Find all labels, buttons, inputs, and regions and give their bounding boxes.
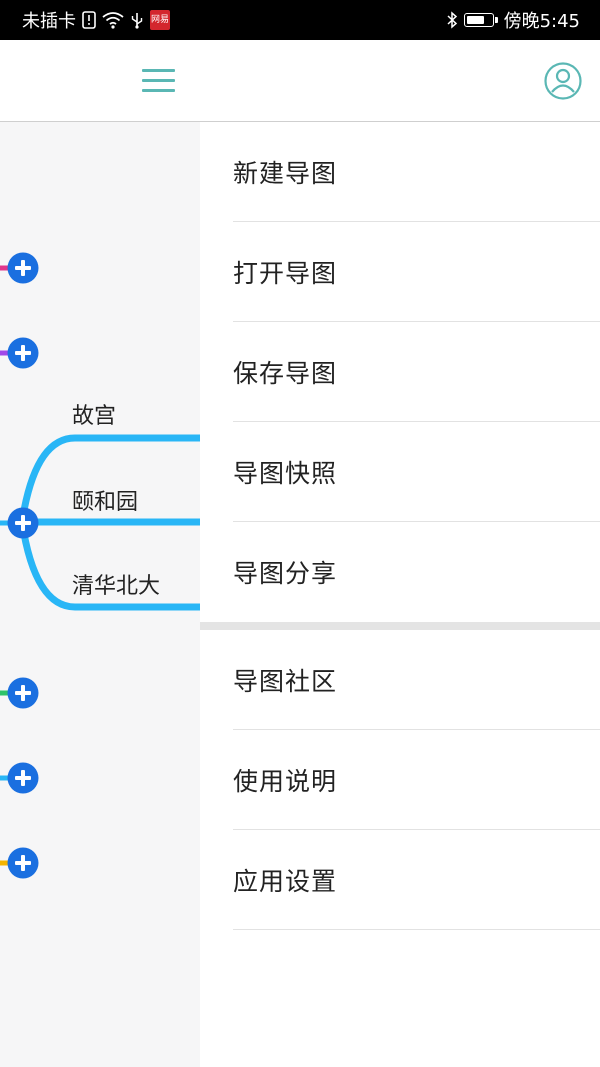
add-node-icon[interactable]: [7, 847, 39, 879]
mindmap-canvas[interactable]: 故宫 颐和园 清华北大: [0, 122, 210, 1067]
menu-item-save-mindmap[interactable]: 保存导图: [233, 322, 600, 422]
status-right: 傍晚5:45: [446, 7, 580, 33]
battery-level: [466, 16, 484, 24]
menu-item-app-settings[interactable]: 应用设置: [233, 830, 600, 930]
section-divider: [200, 622, 600, 630]
carrier-text: 未插卡: [22, 11, 76, 32]
hamburger-menu-icon[interactable]: [136, 62, 180, 98]
add-node-icon[interactable]: [7, 337, 39, 369]
menu-item-instructions[interactable]: 使用说明: [233, 730, 600, 830]
mindmap-node-label[interactable]: 故宫: [72, 398, 116, 430]
menu-bar-middle: [142, 79, 175, 82]
drawer-primary-section: 新建导图 打开导图 保存导图 导图快照 导图分享: [200, 122, 600, 622]
bluetooth-icon: [446, 11, 458, 29]
menu-item-new-mindmap[interactable]: 新建导图: [233, 122, 600, 222]
menu-item-community[interactable]: 导图社区: [233, 630, 600, 730]
sim-alert-icon: [82, 11, 96, 29]
app-header: [0, 40, 600, 122]
usb-icon: [130, 11, 144, 29]
mindmap-node-label[interactable]: 清华北大: [72, 568, 160, 600]
wifi-icon: [102, 11, 124, 29]
status-left: 未插卡 网易: [22, 7, 170, 33]
menu-bar-bottom: [142, 89, 175, 92]
add-node-icon[interactable]: [7, 252, 39, 284]
navigation-drawer: 新建导图 打开导图 保存导图 导图快照 导图分享 导图社区 使用说明 应用设置: [200, 122, 600, 1067]
menu-item-share-mindmap[interactable]: 导图分享: [233, 522, 600, 622]
mindmap-node-label[interactable]: 颐和园: [72, 484, 138, 516]
clock-text: 傍晚5:45: [503, 11, 580, 32]
battery-icon: [463, 13, 498, 27]
netease-app-icon: 网易: [150, 10, 170, 30]
menu-item-open-mindmap[interactable]: 打开导图: [233, 222, 600, 322]
add-node-icon[interactable]: [7, 677, 39, 709]
menu-bar-top: [142, 69, 175, 72]
drawer-secondary-section: 导图社区 使用说明 应用设置: [200, 630, 600, 930]
add-node-icon[interactable]: [7, 762, 39, 794]
status-bar: 未插卡 网易 傍晚5:45: [0, 0, 600, 40]
add-node-icon[interactable]: [7, 507, 39, 539]
menu-item-mindmap-snapshot[interactable]: 导图快照: [233, 422, 600, 522]
user-account-icon[interactable]: [543, 61, 583, 101]
